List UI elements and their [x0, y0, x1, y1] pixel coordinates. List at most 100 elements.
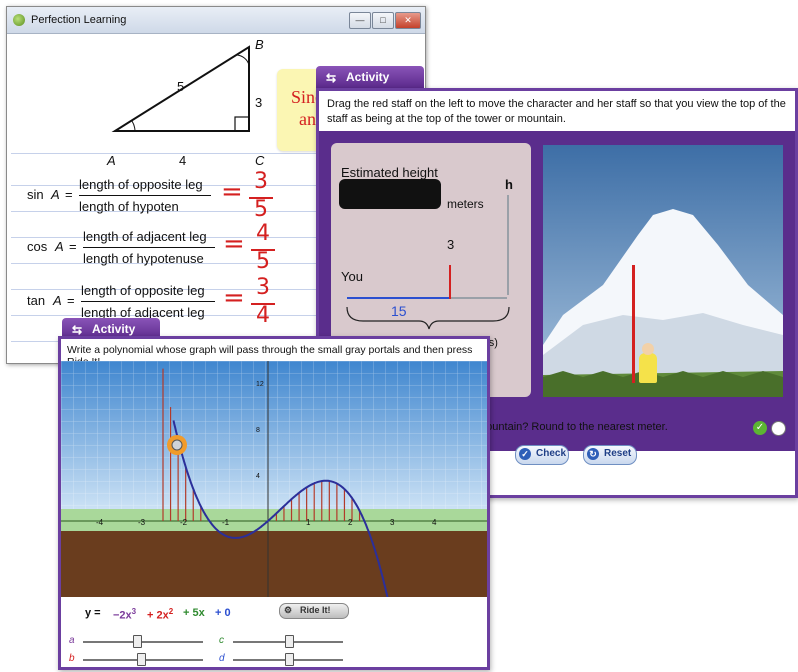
tab-label: Activity — [346, 70, 390, 84]
answer-denominator: 4 — [256, 303, 270, 328]
slider-a-knob[interactable] — [133, 635, 142, 648]
you-label: You — [341, 269, 363, 284]
app-icon — [13, 14, 25, 26]
reset-icon: ↻ — [587, 448, 599, 460]
close-button[interactable]: ✕ — [395, 12, 421, 29]
quadratic-term: + 2x2 — [147, 607, 173, 622]
angle-var: A — [55, 239, 64, 254]
swap-arrows-icon: ⇆ — [326, 71, 337, 85]
x-tick-label: -3 — [138, 518, 146, 527]
question-text: mountain? Round to the nearest meter. — [477, 421, 668, 433]
incorrect-radio-icon — [771, 421, 786, 436]
handwritten-equals: = — [221, 177, 243, 207]
answer-numerator: 4 — [256, 221, 270, 246]
handwritten-equals: = — [223, 283, 245, 313]
slider-c-label: c — [219, 635, 224, 646]
equals: = — [67, 293, 75, 308]
estimated-height-label: Estimated height — [341, 165, 438, 180]
denominator: length of hypotenuse — [83, 251, 204, 266]
activity-instructions: Drag the red staff on the left to move t… — [327, 98, 786, 125]
slider-a-label: a — [69, 635, 75, 646]
answer-numerator: 3 — [256, 275, 270, 300]
h-label: h — [505, 177, 513, 192]
reset-label: Reset — [604, 448, 632, 459]
estimated-height-input[interactable] — [339, 179, 441, 209]
fraction-bar — [79, 195, 211, 196]
maximize-button[interactable]: □ — [372, 12, 394, 29]
reset-button[interactable]: ↻ Reset — [583, 445, 637, 465]
sin-equation: sin A = length of opposite leg length of… — [27, 169, 287, 223]
red-staff-marker[interactable] — [449, 265, 451, 299]
vertex-b-label: B — [255, 37, 264, 52]
slider-b-knob[interactable] — [137, 653, 146, 666]
window-title: Perfection Learning — [31, 14, 127, 26]
answer-numerator: 3 — [254, 169, 268, 194]
equals: = — [69, 239, 77, 254]
function-name: sin — [27, 187, 44, 202]
adjacent-length: 4 — [179, 153, 187, 168]
numerator: length of opposite leg — [79, 177, 203, 192]
mountain-photo — [543, 145, 783, 397]
soil — [61, 531, 487, 597]
fraction-bar — [83, 247, 215, 248]
grass-band — [61, 509, 487, 531]
meters-label: meters — [447, 197, 484, 211]
quadratic-coef: + 2x — [147, 609, 169, 622]
ride-it-button[interactable]: ⚙ Ride It! — [279, 603, 349, 619]
x-tick-label: -1 — [222, 518, 230, 527]
x-tick-label: 1 — [306, 518, 311, 527]
y-tick-label: 4 — [256, 473, 260, 480]
cos-equation: cos A = length of adjacent leg length of… — [27, 221, 287, 275]
linear-term: + 5x — [183, 607, 205, 619]
angle-var: A — [51, 187, 60, 202]
cubic-coef: −2x — [113, 609, 132, 622]
vertex-c-label: C — [255, 153, 265, 168]
vertex-a-label: A — [107, 153, 116, 168]
y-equals: y = — [85, 607, 101, 619]
cubic-exp: 3 — [131, 607, 137, 616]
swap-arrows-icon: ⇆ — [72, 323, 83, 337]
y-tick-label: 12 — [256, 381, 264, 388]
distance-brace — [346, 306, 510, 330]
quadratic-exp: 2 — [168, 607, 174, 616]
answer-denominator: 5 — [254, 197, 268, 222]
staff-pole[interactable] — [632, 265, 635, 383]
ride-label: Ride It! — [300, 605, 331, 615]
numerator: length of adjacent leg — [83, 229, 207, 244]
height-axis — [507, 195, 509, 295]
hypotenuse-length: 5 — [177, 79, 185, 94]
function-name: cos — [27, 239, 48, 254]
angle-var: A — [53, 293, 62, 308]
slider-c-knob[interactable] — [285, 635, 294, 648]
slider-b-label: b — [69, 653, 75, 664]
slider-d-knob[interactable] — [285, 653, 294, 666]
slider-a-track[interactable] — [83, 641, 203, 643]
equation-controls: y = −2x3 + 2x2 + 5x + 0 ⚙ Ride It! a b c… — [61, 597, 487, 667]
opposite-length: 3 — [255, 95, 263, 110]
x-tick-label: 4 — [432, 518, 437, 527]
polynomial-activity-window: Write a polynomial whose graph will pass… — [58, 336, 490, 670]
character-head — [642, 343, 654, 355]
y-tick-label: 8 — [256, 427, 260, 434]
check-label: Check — [536, 448, 567, 459]
fraction-bar — [81, 301, 215, 302]
equals: = — [65, 187, 73, 202]
tab-label: Activity — [92, 322, 136, 336]
check-button[interactable]: ✓ Check — [515, 445, 569, 465]
x-tick-label: 3 — [390, 518, 395, 527]
x-tick-label: -2 — [180, 518, 188, 527]
character-figure[interactable] — [639, 353, 657, 383]
checkmark-icon: ✓ — [519, 448, 531, 460]
grid — [61, 361, 487, 513]
denominator: length of hypoten — [79, 199, 179, 214]
polynomial-graph: -4 -3 -2 -1 1 2 3 4 1284 — [61, 361, 487, 618]
graph-area: -4 -3 -2 -1 1 2 3 4 12 8 4 — [61, 361, 487, 618]
numerator: length of opposite leg — [81, 283, 205, 298]
minimize-button[interactable]: — — [349, 12, 371, 29]
function-name: tan — [27, 293, 46, 308]
answer-denominator: 5 — [256, 249, 270, 274]
cubic-term: −2x3 — [113, 607, 136, 622]
handwritten-equals: = — [223, 229, 245, 259]
title-bar: Perfection Learning — □ ✕ — [7, 7, 425, 34]
activity-tab-mountain[interactable]: ⇆ Activity — [316, 66, 424, 88]
